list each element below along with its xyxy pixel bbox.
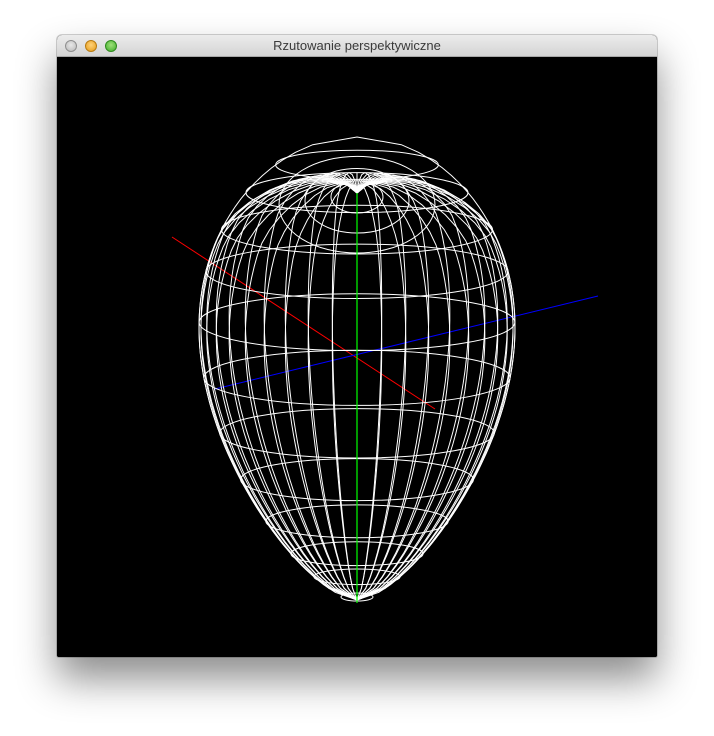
app-window: Rzutowanie perspektywiczne xyxy=(57,35,657,657)
meridian-line xyxy=(215,176,358,601)
z-axis-line xyxy=(214,295,599,390)
meridian-line xyxy=(284,172,358,601)
render-canvas[interactable] xyxy=(57,57,657,657)
meridian-line xyxy=(206,177,358,601)
meridian-line xyxy=(356,176,499,601)
wireframe-scene xyxy=(171,136,599,603)
meridian-line xyxy=(356,172,383,601)
window-title: Rzutowanie perspektywiczne xyxy=(273,38,441,53)
meridian-line xyxy=(356,177,508,601)
meridian-line xyxy=(356,172,430,601)
title-bar[interactable]: Rzutowanie perspektywiczne xyxy=(57,35,657,57)
